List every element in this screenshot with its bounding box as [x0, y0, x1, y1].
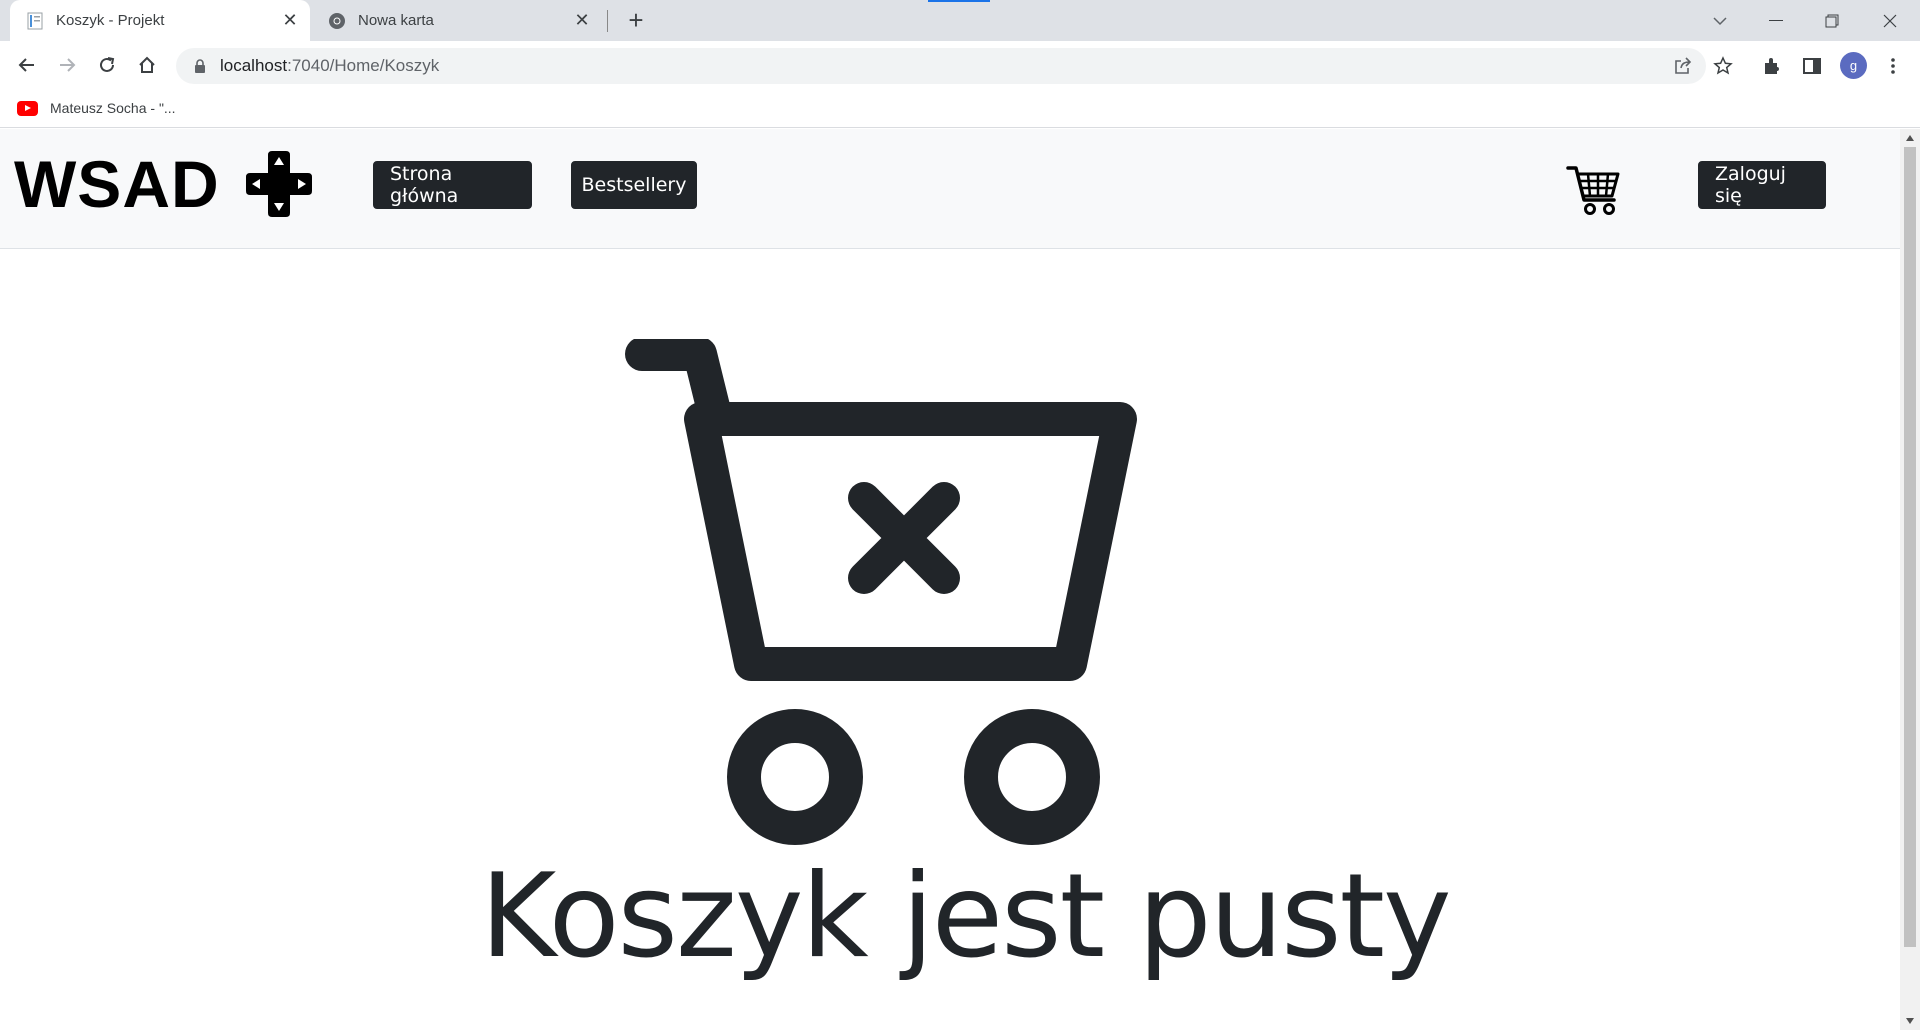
browser-toolbar: localhost:7040/Home/Koszyk g: [0, 41, 1920, 89]
site-navbar: WSAD Strona główna Bestsellery Zaloguj s…: [0, 129, 1900, 249]
scroll-down-arrow[interactable]: [1906, 1018, 1914, 1024]
page-favicon-icon: [26, 12, 44, 30]
tab-search-icon[interactable]: [1692, 0, 1748, 41]
bookmark-star-icon[interactable]: [1710, 53, 1736, 79]
home-icon[interactable]: [131, 49, 163, 81]
menu-kebab-icon[interactable]: [1880, 53, 1906, 79]
side-panel-icon[interactable]: [1799, 53, 1825, 79]
tab-koszyk[interactable]: Koszyk - Projekt ✕: [10, 0, 310, 41]
shopping-cart-icon[interactable]: [1566, 164, 1622, 216]
bookmarks-bar: Mateusz Socha - "...: [0, 89, 1920, 128]
tab-nowa-karta[interactable]: Nowa karta ✕: [312, 0, 602, 41]
login-button[interactable]: Zaloguj się: [1698, 161, 1826, 209]
bookmark-label: Mateusz Socha - "...: [50, 100, 176, 116]
scrollbar-thumb[interactable]: [1904, 147, 1916, 947]
lock-icon[interactable]: [192, 58, 208, 74]
home-nav-button[interactable]: Strona główna: [373, 161, 532, 209]
cart-x-icon: [625, 339, 1137, 845]
brand-name: WSAD: [14, 147, 220, 221]
tab-separator: [607, 10, 608, 32]
url-host: localhost: [220, 56, 288, 75]
bestsellers-nav-button[interactable]: Bestsellery: [571, 161, 697, 209]
gamepad-dpad-icon: [245, 151, 312, 217]
back-icon[interactable]: [11, 49, 43, 81]
bookmark-item[interactable]: Mateusz Socha - "...: [17, 100, 176, 116]
profile-avatar[interactable]: g: [1840, 52, 1867, 79]
brand-logo[interactable]: WSAD: [14, 149, 314, 219]
close-tab-icon[interactable]: ✕: [572, 10, 592, 31]
tab-title: Koszyk - Projekt: [56, 12, 165, 29]
share-icon[interactable]: [1673, 56, 1693, 76]
tab-title: Nowa karta: [358, 12, 434, 29]
chrome-icon: [328, 12, 346, 30]
close-window-icon[interactable]: [1862, 0, 1918, 41]
minimize-icon[interactable]: [1748, 0, 1804, 41]
browser-tab-bar: Koszyk - Projekt ✕ Nowa karta ✕ +: [0, 0, 1920, 41]
close-tab-icon[interactable]: ✕: [280, 10, 300, 31]
address-bar[interactable]: localhost:7040/Home/Koszyk: [176, 48, 1706, 84]
reload-icon[interactable]: [91, 49, 123, 81]
forward-icon[interactable]: [51, 49, 83, 81]
page-scrollbar[interactable]: [1900, 129, 1920, 1030]
empty-cart-message: Koszyk jest pusty: [480, 849, 1451, 984]
new-tab-icon[interactable]: +: [622, 5, 650, 35]
url-text: localhost:7040/Home/Koszyk: [220, 56, 439, 76]
restore-icon[interactable]: [1804, 0, 1860, 41]
extensions-icon[interactable]: [1759, 53, 1785, 79]
scroll-up-arrow[interactable]: [1906, 135, 1914, 141]
url-path: :7040/Home/Koszyk: [287, 56, 440, 75]
tab-strip-accent: [928, 0, 990, 2]
page-viewport: WSAD Strona główna Bestsellery Zaloguj s…: [0, 129, 1920, 1030]
youtube-icon: [17, 100, 38, 116]
